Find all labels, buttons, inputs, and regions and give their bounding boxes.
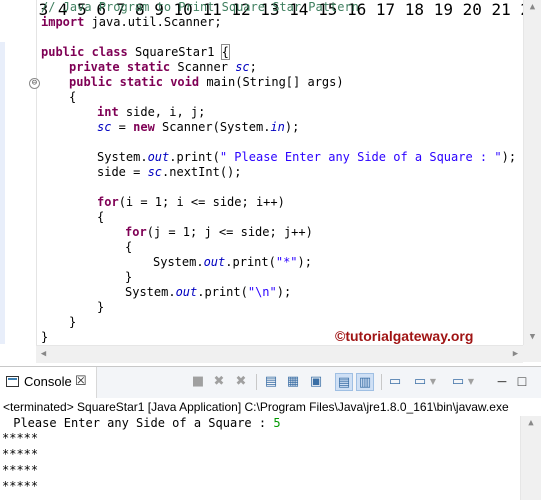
display-console-icon[interactable]: ▭ <box>386 373 404 391</box>
code-line: System.out.print("\n"); <box>125 285 292 299</box>
code-line: System.out.print("*"); <box>153 255 312 269</box>
console-line: Please Enter any Side of a Square : 5 <box>6 416 281 430</box>
word-wrap-icon[interactable]: ▦ <box>284 373 302 391</box>
console-status-label: <terminated> SquareStar1 [Java Applicati… <box>0 398 541 416</box>
chevron-down-icon[interactable]: ▼ <box>428 373 438 391</box>
code-line: sc = new Scanner(System.in); <box>97 120 300 134</box>
scroll-right-icon[interactable]: ▶ <box>508 346 523 363</box>
scroll-up-icon[interactable]: ▲ <box>524 0 541 15</box>
code-line: // Java Program to Print Square Star Pat… <box>41 0 359 14</box>
show-on-error-icon[interactable]: ▤ <box>335 373 353 391</box>
editor-vertical-scrollbar[interactable]: ▲ ▼ <box>523 0 541 345</box>
code-line: } <box>97 300 105 314</box>
tab-console[interactable]: Console ☒ <box>0 367 97 398</box>
pin-console-icon[interactable]: ▥ <box>356 373 374 391</box>
chevron-down-icon[interactable]: ▼ <box>466 373 476 391</box>
terminate-icon[interactable]: ■ <box>189 373 207 391</box>
code-line: side = sc.nextInt(); <box>97 165 242 179</box>
remove-launch-icon[interactable]: ✖ <box>210 373 228 391</box>
editor-horizontal-scrollbar[interactable]: ◀ ▶ <box>36 345 523 363</box>
code-line: import java.util.Scanner; <box>41 15 222 29</box>
console-view-toolbar: Console ☒ ■ ✖ ✖ ▤ ▦ ▣ ▤ ▥ ▭ ▭ ▼ ▭ ▼ − ☐ <box>0 366 541 399</box>
code-editor[interactable]: 1 2 3 4 5 6 7 8 9 10 11 12 13 14 15 16 1… <box>0 0 541 366</box>
console-vertical-scrollbar[interactable]: ▲ <box>520 416 541 500</box>
remove-all-terminated-icon[interactable]: ✖ <box>232 373 250 391</box>
display-selected-console-icon[interactable]: ▭ <box>411 373 429 391</box>
code-line: for(i = 1; i <= side; i++) <box>97 195 285 209</box>
scroll-down-icon[interactable]: ▼ <box>524 330 541 345</box>
show-on-output-icon[interactable]: ▣ <box>307 373 325 391</box>
fold-collapse-icon[interactable]: ⊖ <box>29 78 40 89</box>
code-line: { <box>97 210 105 224</box>
console-line: ***** <box>2 463 39 477</box>
maximize-icon[interactable]: ☐ <box>513 373 531 391</box>
code-line: { <box>125 240 133 254</box>
close-icon[interactable]: ☒ <box>75 373 87 389</box>
minimize-icon[interactable]: − <box>493 373 511 391</box>
code-line: private static Scanner sc; <box>69 60 257 74</box>
console-line: ***** <box>2 431 39 445</box>
matching-bracket-highlight: { <box>220 44 230 60</box>
console-input-value: 5 <box>273 416 281 430</box>
code-line: for(j = 1; j <= side; j++) <box>125 225 313 239</box>
code-line: int side, i, j; <box>97 105 206 119</box>
code-line: public class SquareStar1 { <box>41 44 230 60</box>
console-icon <box>6 376 19 387</box>
code-line: System.out.print(" Please Enter any Side… <box>97 150 517 164</box>
tab-console-label: Console <box>24 374 72 389</box>
quick-diff-ruler <box>0 42 5 344</box>
code-area[interactable]: // Java Program to Print Square Star Pat… <box>41 0 523 345</box>
console-output[interactable]: Please Enter any Side of a Square : 5 **… <box>0 416 521 500</box>
line-number-gutter <box>0 0 36 345</box>
scroll-left-icon[interactable]: ◀ <box>36 346 51 363</box>
code-line: } <box>69 315 77 329</box>
code-line: { <box>69 90 77 104</box>
scroll-lock-icon[interactable]: ▤ <box>262 373 280 391</box>
watermark-text: ©tutorialgateway.org <box>335 328 474 344</box>
console-line: ***** <box>2 479 39 493</box>
code-line: } <box>125 270 133 284</box>
open-console-icon[interactable]: ▭ <box>449 373 467 391</box>
code-line: public static void main(String[] args) <box>69 75 344 89</box>
scroll-up-icon[interactable]: ▲ <box>521 416 541 431</box>
console-line: ***** <box>2 447 39 461</box>
code-line: } <box>41 330 49 344</box>
